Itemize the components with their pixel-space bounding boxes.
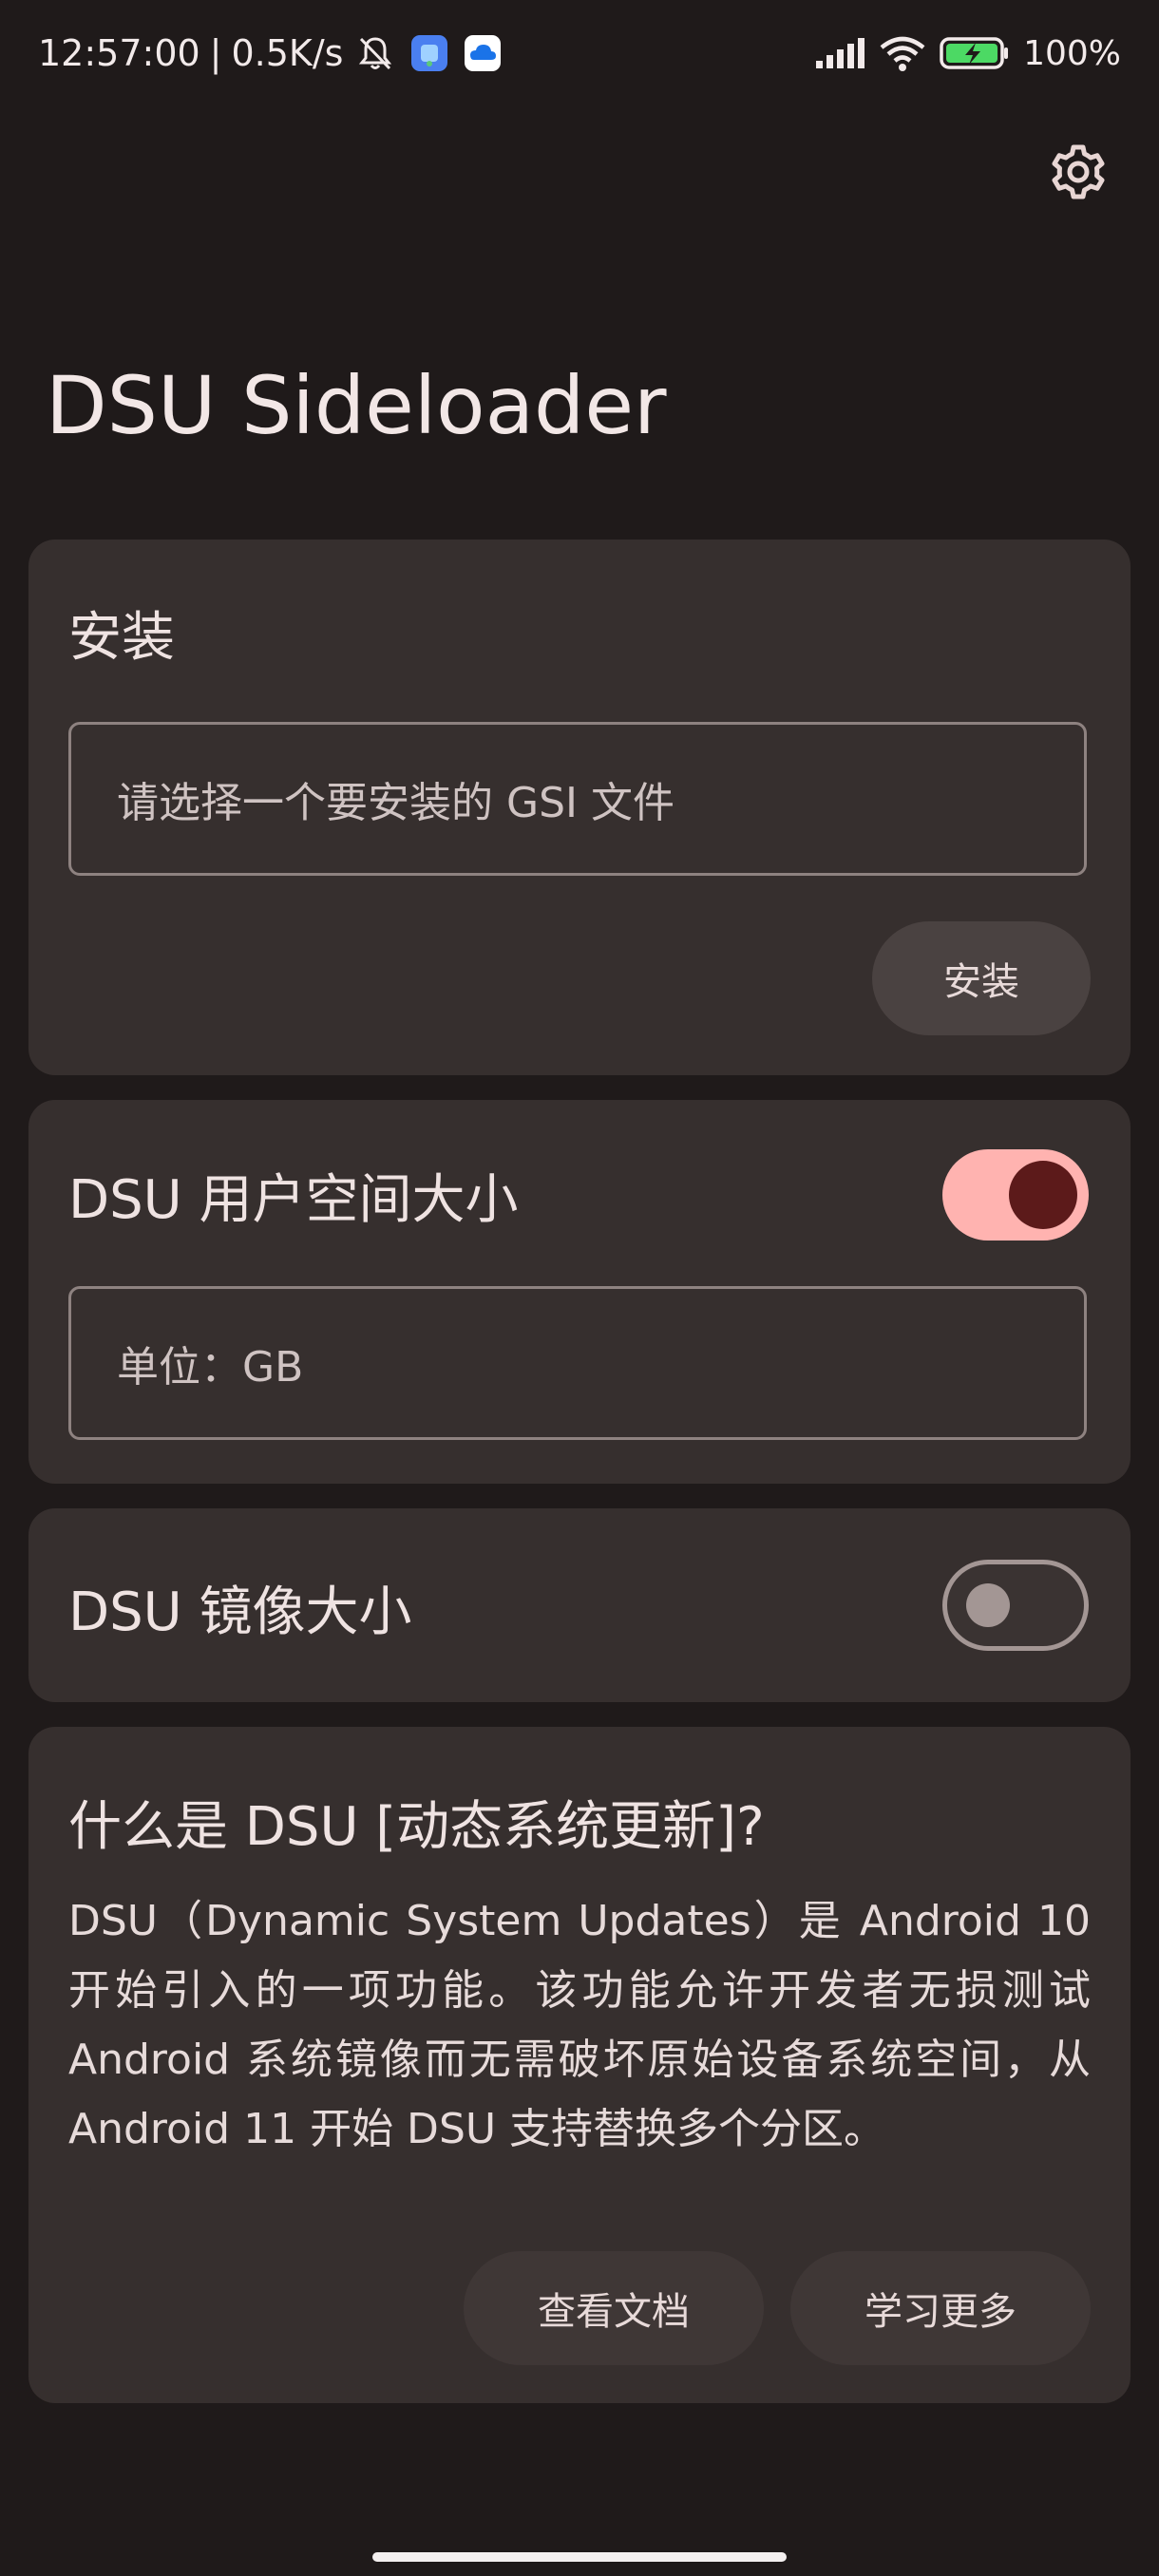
network-speed: 0.5K/s bbox=[231, 32, 344, 74]
gear-icon bbox=[1049, 142, 1108, 205]
page-title: DSU Sideloader bbox=[46, 359, 667, 452]
signal-icon bbox=[814, 36, 865, 70]
cloud-app-icon bbox=[465, 35, 502, 71]
settings-button[interactable] bbox=[1045, 141, 1112, 207]
userdata-size-placeholder: 单位：GB bbox=[117, 1343, 304, 1392]
userdata-size-card: DSU 用户空间大小 单位：GB bbox=[28, 1100, 1130, 1484]
switch-thumb bbox=[1009, 1161, 1077, 1229]
userdata-size-field[interactable]: 单位：GB bbox=[68, 1286, 1087, 1440]
mute-icon bbox=[356, 34, 394, 72]
install-card-title: 安装 bbox=[68, 607, 175, 669]
userdata-size-switch[interactable] bbox=[942, 1149, 1089, 1241]
switch-thumb bbox=[966, 1583, 1010, 1627]
view-docs-button[interactable]: 查看文档 bbox=[464, 2251, 764, 2365]
about-dsu-description: DSU（Dynamic System Updates）是 Android 10 … bbox=[68, 1897, 1091, 2153]
install-button[interactable]: 安装 bbox=[872, 921, 1091, 1035]
gsi-file-placeholder: 请选择一个要安装的 GSI 文件 bbox=[117, 779, 674, 827]
status-right: 100% bbox=[801, 27, 1121, 80]
userdata-size-title: DSU 用户空间大小 bbox=[68, 1169, 519, 1231]
gsi-file-field[interactable]: 请选择一个要安装的 GSI 文件 bbox=[68, 722, 1087, 876]
image-size-card: DSU 镜像大小 bbox=[28, 1508, 1130, 1702]
image-size-title: DSU 镜像大小 bbox=[68, 1582, 412, 1643]
status-separator: | bbox=[209, 32, 222, 74]
battery-percent: 100% bbox=[1023, 33, 1121, 73]
status-time: 12:57:00 bbox=[38, 32, 200, 74]
app-icon-blue bbox=[411, 35, 448, 71]
status-left: 12:57:00 | 0.5K/s bbox=[38, 27, 502, 80]
status-bar: 12:57:00 | 0.5K/s 100% bbox=[0, 0, 1159, 104]
about-dsu-title: 什么是 DSU [动态系统更新]? bbox=[68, 1796, 765, 1858]
about-dsu-card: 什么是 DSU [动态系统更新]? DSU（Dynamic System Upd… bbox=[28, 1727, 1130, 2403]
image-size-switch[interactable] bbox=[942, 1560, 1089, 1651]
battery-charging-icon bbox=[940, 35, 1010, 71]
wifi-icon bbox=[879, 34, 926, 72]
home-indicator[interactable] bbox=[372, 2552, 787, 2562]
learn-more-button[interactable]: 学习更多 bbox=[790, 2251, 1091, 2365]
install-card: 安装 请选择一个要安装的 GSI 文件 安装 bbox=[28, 540, 1130, 1075]
